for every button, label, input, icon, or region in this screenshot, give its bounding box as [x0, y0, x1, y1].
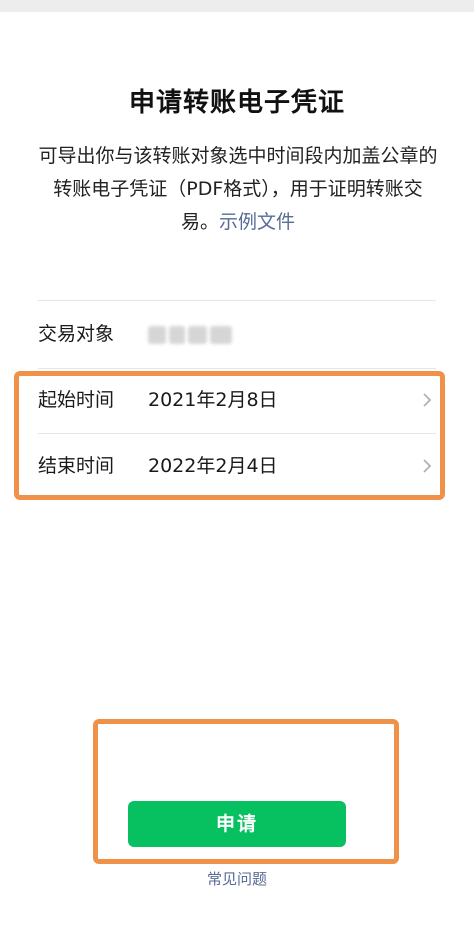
page-description: 可导出你与该转账对象选中时间段内加盖公章的转账电子凭证（PDF格式），用于证明转… [38, 140, 438, 239]
faq-link[interactable]: 常见问题 [0, 868, 474, 889]
counterparty-label: 交易对象 [38, 323, 115, 345]
divider [38, 300, 436, 301]
apply-button[interactable]: 申请 [128, 801, 346, 847]
date-range-highlight [14, 371, 445, 500]
sample-file-link[interactable]: 示例文件 [219, 211, 295, 233]
status-bar [0, 0, 474, 12]
page-title: 申请转账电子凭证 [128, 88, 345, 118]
counterparty-row: 交易对象 [38, 302, 436, 366]
counterparty-value-redacted [148, 326, 232, 344]
